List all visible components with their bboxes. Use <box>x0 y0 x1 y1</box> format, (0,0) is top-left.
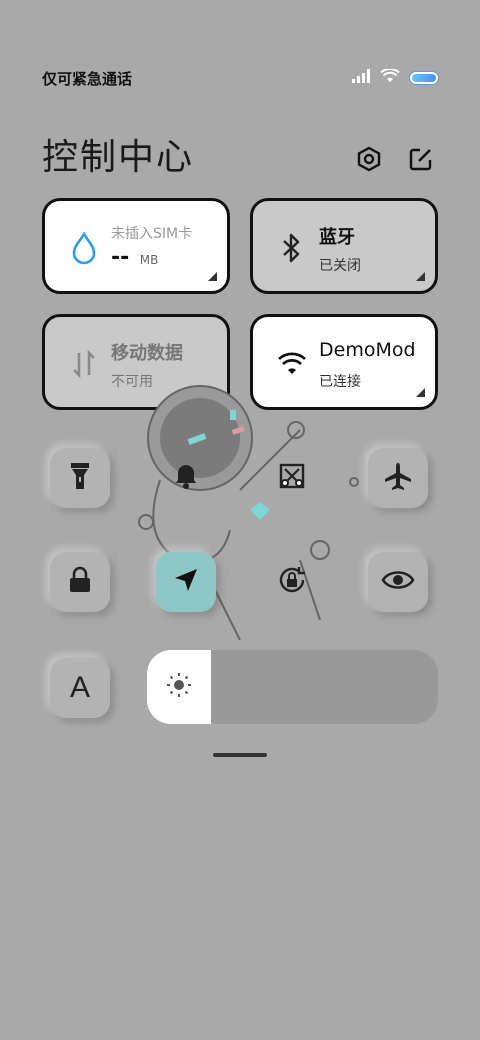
data-arrows-icon <box>67 347 101 381</box>
bluetooth-status: 已关闭 <box>319 258 361 274</box>
wifi-icon <box>275 347 309 381</box>
rotation-lock-toggle[interactable] <box>262 552 322 612</box>
sim-status-text: 未插入SIM卡 <box>111 226 193 242</box>
silent-toggle[interactable] <box>156 448 216 508</box>
brightness-fill <box>147 650 211 724</box>
expand-corner-icon[interactable] <box>416 272 425 281</box>
status-bar: 仅可紧急通话 <box>0 60 480 92</box>
wifi-status: 已连接 <box>319 374 361 390</box>
home-indicator[interactable] <box>213 753 267 757</box>
wifi-icon <box>380 67 400 87</box>
settings-icon[interactable] <box>354 144 384 174</box>
header-actions <box>354 144 436 174</box>
water-drop-icon <box>67 231 101 265</box>
mobile-data-status: 不可用 <box>111 374 153 390</box>
status-icons <box>352 67 438 87</box>
data-usage-tile[interactable]: 未插入SIM卡 -- MB <box>42 198 230 294</box>
flashlight-toggle[interactable] <box>50 448 110 508</box>
bell-icon <box>173 462 199 494</box>
signal-icon <box>352 68 370 87</box>
reading-mode-toggle[interactable] <box>368 552 428 612</box>
expand-corner-icon[interactable] <box>208 272 217 281</box>
sun-icon <box>166 672 192 702</box>
mobile-data-tile[interactable]: 移动数据 不可用 <box>42 314 230 410</box>
font-size-toggle[interactable]: A <box>50 658 110 718</box>
data-usage-number: -- <box>111 245 130 270</box>
data-usage-unit: MB <box>139 253 159 267</box>
screenshot-toggle[interactable] <box>262 448 322 508</box>
bluetooth-label: 蓝牙 <box>319 227 355 248</box>
page-title: 控制中心 <box>42 137 195 178</box>
bluetooth-icon <box>275 231 309 265</box>
airplane-icon <box>383 461 413 495</box>
font-a-icon: A <box>69 671 90 704</box>
lock-icon <box>67 566 93 598</box>
wifi-network-name: DemoMod <box>319 339 416 361</box>
eye-icon <box>381 568 415 596</box>
expand-corner-icon[interactable] <box>416 388 425 397</box>
rotation-lock-icon <box>276 564 308 600</box>
airplane-toggle[interactable] <box>368 448 428 508</box>
flashlight-icon <box>69 461 91 495</box>
battery-icon <box>410 71 438 84</box>
mobile-data-label: 移动数据 <box>111 343 183 364</box>
data-usage-value: -- MB <box>111 245 158 270</box>
wifi-tile[interactable]: DemoMod 已连接 <box>250 314 438 410</box>
brightness-slider[interactable] <box>147 650 438 724</box>
location-toggle[interactable] <box>156 552 216 612</box>
edit-icon[interactable] <box>406 144 436 174</box>
bluetooth-tile[interactable]: 蓝牙 已关闭 <box>250 198 438 294</box>
screenshot-icon <box>277 461 307 495</box>
carrier-status-text: 仅可紧急通话 <box>42 70 133 88</box>
lock-screen-toggle[interactable] <box>50 552 110 612</box>
location-icon <box>173 567 199 597</box>
